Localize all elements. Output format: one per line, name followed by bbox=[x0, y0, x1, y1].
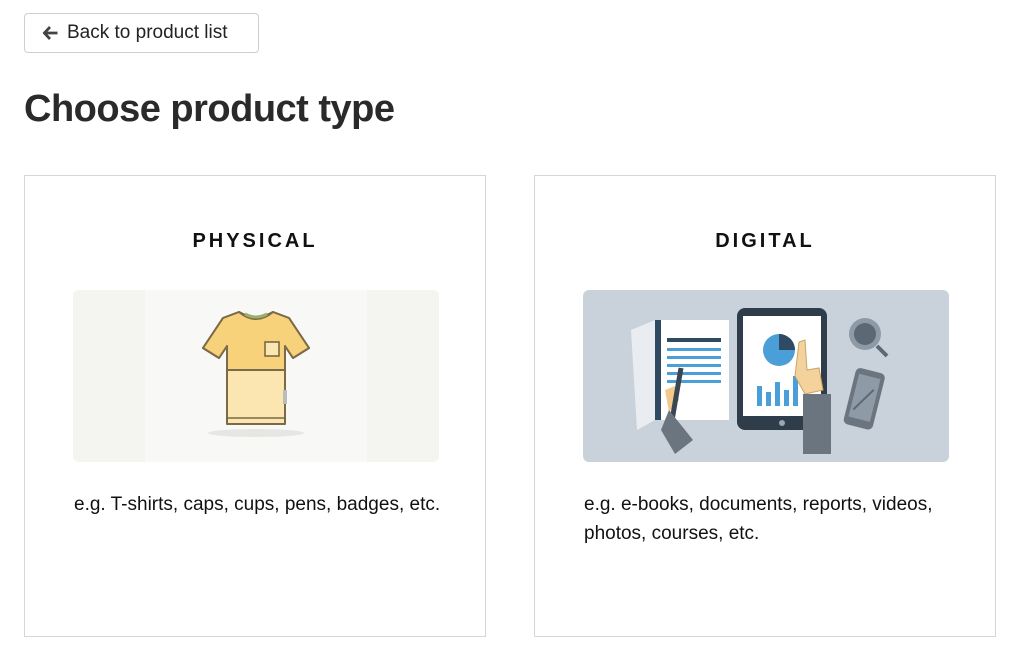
back-button-label: Back to product list bbox=[67, 22, 228, 43]
digital-devices-illustration bbox=[583, 290, 949, 462]
arrow-left-icon bbox=[41, 24, 59, 42]
card-title-physical: PHYSICAL bbox=[192, 230, 318, 252]
card-description-physical: e.g. T-shirts, caps, cups, pens, badges,… bbox=[74, 494, 441, 515]
page-title: Choose product type bbox=[24, 88, 395, 130]
card-description-digital: e.g. e-books, documents, reports, videos… bbox=[584, 494, 933, 544]
product-type-card-physical[interactable]: PHYSICAL e.g. T-shirts, caps, cups, pens… bbox=[24, 175, 486, 637]
card-title-digital: DIGITAL bbox=[715, 230, 815, 252]
t-shirt-illustration bbox=[73, 290, 439, 462]
product-type-card-digital[interactable]: DIGITAL e.g. e-books, documents, reports… bbox=[534, 175, 996, 637]
back-to-product-list-button[interactable]: Back to product list bbox=[24, 13, 259, 53]
